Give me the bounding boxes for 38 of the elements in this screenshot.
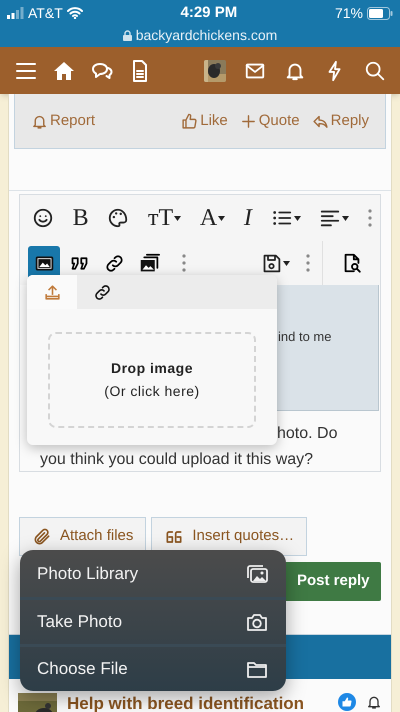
like-link[interactable]: Like xyxy=(181,110,228,132)
lock-icon xyxy=(122,30,132,41)
toolbar-button[interactable]: ᴛT xyxy=(146,203,184,233)
drop-zone[interactable]: Drop image (Or click here) xyxy=(48,332,256,428)
body-text: you think you could upload it this way? xyxy=(40,450,314,470)
toolbar-button[interactable]: I xyxy=(242,203,254,233)
plus-icon xyxy=(240,112,257,130)
clock-time: 4:29 PM xyxy=(180,2,238,23)
more-dots-icon xyxy=(306,254,310,272)
wifi-icon xyxy=(66,7,83,19)
toolbar-button[interactable]: B xyxy=(70,203,91,233)
floppy-disk-icon xyxy=(261,252,282,274)
drop-title: Drop image xyxy=(110,359,193,378)
more-dots-icon xyxy=(368,209,372,227)
menu-item[interactable]: Choose File xyxy=(20,644,286,691)
body-text: ind to me xyxy=(278,329,332,344)
paperclip-icon xyxy=(32,526,52,546)
signal-icon xyxy=(7,7,24,19)
more-dots-icon xyxy=(182,254,186,272)
report-link[interactable]: Report xyxy=(31,110,96,132)
battery-percent: 71% xyxy=(334,4,363,22)
palette-icon xyxy=(107,207,130,229)
search-icon[interactable] xyxy=(364,60,386,82)
link-icon xyxy=(104,252,124,274)
link-icon xyxy=(92,282,112,302)
carrier-name: AT&T xyxy=(28,4,63,22)
battery-icon xyxy=(366,6,393,20)
drop-hint: (Or click here) xyxy=(104,382,200,401)
quote-link[interactable]: Quote xyxy=(240,110,300,132)
gallery-icon xyxy=(138,252,160,274)
thumbs-up-icon xyxy=(181,112,198,130)
toolbar-button[interactable]: A xyxy=(198,203,228,233)
smiley-icon xyxy=(32,207,54,229)
url-text: backyardchickens.com xyxy=(136,26,278,45)
menu-item[interactable]: Take Photo xyxy=(20,597,286,644)
body-text: hoto. Do xyxy=(277,424,338,444)
reply-link[interactable]: Reply xyxy=(312,110,369,132)
upload-icon xyxy=(42,282,62,302)
